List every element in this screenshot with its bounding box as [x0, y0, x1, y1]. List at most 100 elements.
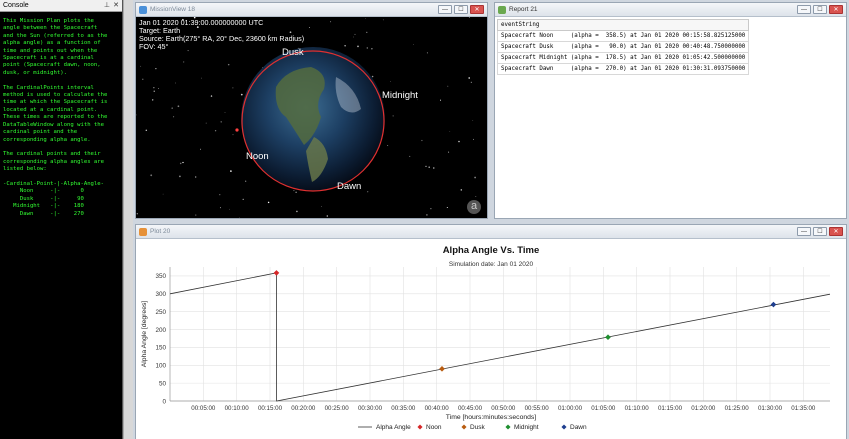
star	[267, 201, 270, 204]
console-line: time at which the Spacecraft is	[3, 99, 108, 106]
star	[425, 165, 427, 168]
close-button[interactable]: ✕	[829, 5, 843, 14]
star	[468, 17, 470, 18]
star	[474, 176, 476, 179]
console-line: point (Spacecraft dawn, noon,	[3, 62, 101, 69]
console-line: cardinal point and the	[3, 129, 78, 136]
x-tick-label: 00:50:00	[491, 405, 516, 412]
y-tick-label: 150	[155, 345, 166, 352]
x-tick-label: 01:00:00	[558, 405, 583, 412]
console-line: corresponding alpha angle.	[3, 136, 91, 143]
x-tick-label: 01:05:00	[591, 405, 616, 412]
x-tick-label: 01:30:00	[758, 405, 783, 412]
marker-dawn	[770, 301, 777, 308]
plot-window: Plot 20 — ☐ ✕ Alpha Angle Vs. Time Simula…	[135, 224, 847, 439]
mission-viewport[interactable]: Jan 01 2020 01:39:00.000000000 UTC Targe…	[136, 17, 487, 218]
column-header-eventstring[interactable]: eventString	[496, 19, 750, 31]
table-row[interactable]: Spacecraft Midnight (alpha = 178.5) at J…	[496, 52, 750, 64]
x-tick-label: 01:20:00	[691, 405, 716, 412]
x-tick-label: 01:35:00	[791, 405, 816, 412]
star	[470, 81, 472, 83]
legend-marker-noon	[417, 424, 423, 430]
app-logo-icon: a	[467, 200, 481, 214]
console-line: -Cardinal-Point-|-Alpha-Angle-	[3, 180, 105, 187]
star	[371, 75, 374, 78]
minimize-button[interactable]: —	[797, 227, 811, 236]
table-row[interactable]: Spacecraft Noon (alpha = 358.5) at Jan 0…	[496, 30, 750, 42]
star	[245, 180, 247, 182]
x-tick-label: 00:05:00	[191, 405, 216, 412]
star	[321, 206, 322, 207]
mission-view-titlebar[interactable]: MissionView 18 — ☐ ✕	[136, 3, 487, 17]
report-titlebar[interactable]: Report 21 — ☐ ✕	[495, 3, 846, 17]
star	[177, 105, 180, 108]
plot-area[interactable]: Alpha Angle Vs. Time Simulation date: Jan…	[136, 239, 846, 439]
x-tick-label: 00:25:00	[325, 405, 350, 412]
table-row[interactable]: Spacecraft Dusk (alpha = 90.0) at Jan 01…	[496, 41, 750, 53]
hud-fov: FOV: 45°	[139, 42, 169, 51]
minimize-button[interactable]: —	[438, 5, 452, 14]
star	[353, 36, 354, 38]
close-button[interactable]: ✕	[470, 5, 484, 14]
table-row[interactable]: Spacecraft Dawn (alpha = 270.0) at Jan 0…	[496, 63, 750, 75]
star	[387, 145, 389, 146]
report-table: eventString Spacecraft Noon (alpha = 358…	[496, 19, 750, 75]
label-noon: Noon	[246, 151, 269, 162]
x-tick-label: 00:40:00	[425, 405, 450, 412]
chart-icon	[139, 228, 147, 236]
star	[239, 217, 240, 218]
close-button[interactable]: ✕	[829, 227, 843, 236]
legend-label-midnight: Midnight	[514, 424, 539, 431]
x-axis-label: Time [hours:minutes:seconds]	[446, 414, 537, 421]
star	[205, 122, 207, 124]
star	[458, 140, 460, 143]
star	[367, 191, 369, 193]
star	[136, 213, 138, 215]
series-line-alpha-angle	[169, 272, 831, 402]
close-icon[interactable]: ✕	[113, 0, 119, 12]
star	[475, 196, 477, 198]
console-line: corresponding alpha angles are	[3, 158, 105, 165]
x-tick-label: 00:45:00	[458, 405, 483, 412]
console-line: Midnight -|- 180	[3, 203, 84, 210]
star	[365, 18, 367, 19]
maximize-button[interactable]: ☐	[813, 227, 827, 236]
star	[201, 77, 202, 79]
maximize-button[interactable]: ☐	[454, 5, 468, 14]
star	[421, 139, 423, 142]
star	[413, 44, 414, 45]
minimize-button[interactable]: —	[797, 5, 811, 14]
star	[330, 21, 332, 23]
plot-titlebar[interactable]: Plot 20 — ☐ ✕	[136, 225, 846, 239]
star	[426, 214, 428, 216]
star	[326, 215, 328, 217]
star	[220, 121, 222, 123]
maximize-button[interactable]: ☐	[813, 5, 827, 14]
console-line: The CardinalPoints interval	[3, 84, 94, 91]
star	[409, 155, 411, 157]
star	[153, 90, 155, 92]
star	[426, 52, 428, 54]
star	[214, 130, 217, 132]
console-titlebar: Console ⊥ ✕	[0, 0, 122, 12]
console-line: The cardinal points and their	[3, 151, 101, 158]
console-line: method is used to calculate the	[3, 92, 108, 99]
report-title: Report 21	[509, 6, 538, 13]
star	[200, 148, 201, 150]
star	[219, 194, 221, 196]
x-tick-label: 00:20:00	[291, 405, 316, 412]
star	[171, 107, 173, 109]
console-panel: Console ⊥ ✕ This Mission Plan plots the a…	[0, 0, 123, 439]
star	[179, 162, 182, 165]
console-line: and the Sun (referred to as the	[3, 32, 108, 39]
console-title: Console	[3, 2, 29, 9]
mission-view-window: MissionView 18 — ☐ ✕ Jan 01 2020 01:39:0…	[135, 2, 488, 219]
chart-title: Alpha Angle Vs. Time	[443, 245, 540, 256]
console-scrollbar[interactable]	[123, 0, 133, 439]
label-dusk: Dusk	[282, 47, 304, 58]
console-line: alpha angle) as a function of	[3, 40, 101, 47]
chart-subtitle: Simulation date: Jan 01 2020	[449, 261, 534, 268]
pin-icon[interactable]: ⊥	[104, 0, 110, 12]
star	[210, 95, 213, 97]
star	[227, 63, 230, 66]
